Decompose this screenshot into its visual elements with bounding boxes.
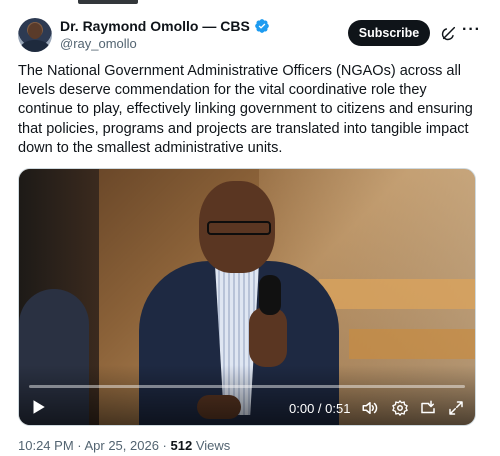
avatar[interactable] (18, 18, 52, 52)
author-name[interactable]: Dr. Raymond Omollo — CBS (60, 18, 250, 34)
video-time-readout: 0:00 / 0:51 (289, 401, 351, 416)
subscribe-button[interactable]: Subscribe (348, 20, 430, 46)
meta-separator: · (158, 438, 171, 453)
post-timestamp[interactable]: 10:24 PM · Apr 25, 2026 (18, 438, 159, 453)
post-header: Dr. Raymond Omollo — CBS @ray_omollo Sub… (18, 16, 482, 56)
verified-badge-icon (254, 19, 269, 33)
views-label: Views (195, 438, 231, 453)
video-progress-bar[interactable] (29, 385, 465, 388)
volume-icon[interactable] (361, 399, 379, 417)
pip-icon[interactable] (419, 399, 437, 417)
author-handle[interactable]: @ray_omollo (60, 36, 270, 51)
settings-icon[interactable] (391, 399, 409, 417)
more-icon[interactable]: ··· (462, 22, 482, 40)
post-meta: 10:24 PM · Apr 25, 2026 · 512 Views (18, 438, 230, 453)
author-block: Dr. Raymond Omollo — CBS @ray_omollo (60, 18, 270, 51)
play-icon[interactable] (29, 398, 47, 416)
grok-icon[interactable] (441, 25, 457, 41)
fullscreen-icon[interactable] (447, 399, 465, 417)
tweet-text: The National Government Administrative O… (18, 63, 473, 156)
views-count: 512 (170, 438, 193, 453)
previous-post-edge (78, 0, 138, 4)
video-player[interactable]: 0:00 / 0:51 (18, 168, 476, 426)
